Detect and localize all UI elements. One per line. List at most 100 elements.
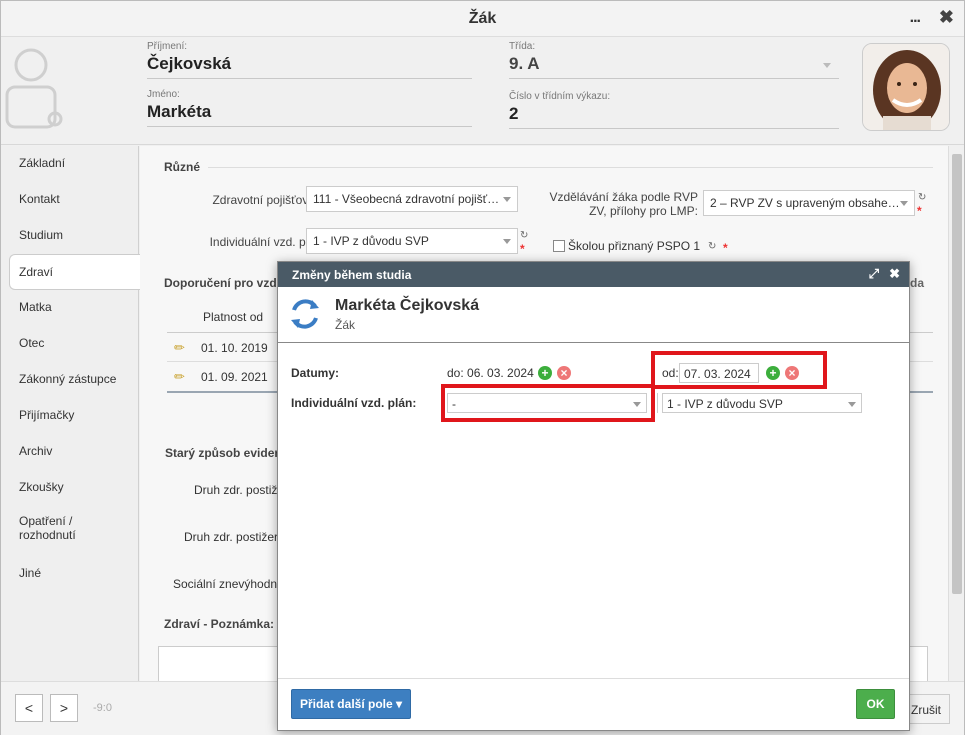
- column-divider: [657, 393, 658, 413]
- record-position: -9:0: [93, 702, 112, 714]
- student-photo: [862, 43, 950, 131]
- druh2-label: Druh zdr. postižer: [184, 530, 279, 544]
- highlight-box-date: [651, 351, 827, 389]
- class-number-field: Číslo v třídním výkazu: 2: [509, 91, 839, 129]
- title-bar: Žák ... ✖: [1, 1, 964, 37]
- sidebar-item-studium[interactable]: Studium: [1, 218, 138, 254]
- class-value: 9. A: [509, 54, 540, 73]
- highlight-box-ivp: [441, 384, 655, 422]
- ivp-new-select[interactable]: 1 - IVP z důvodu SVP: [662, 393, 862, 413]
- edit-pencil-icon[interactable]: ✏: [174, 340, 185, 356]
- refresh-icon[interactable]: ↻: [708, 241, 716, 252]
- sidebar-item-zakladni[interactable]: Základní: [1, 146, 138, 182]
- add-field-button[interactable]: Přidat další pole ▾: [291, 689, 411, 719]
- student-header: Příjmení: Čejkovská Jméno: Markéta Třída…: [1, 37, 964, 145]
- druh1-label: Druh zdr. postiž: [194, 483, 278, 497]
- sidebar-item-matka[interactable]: Matka: [1, 290, 138, 326]
- section-doporuceni-title: Doporučení pro vzd: [164, 276, 277, 290]
- remove-date-icon[interactable]: ×: [557, 366, 571, 380]
- rvp-select[interactable]: 2 – RVP ZV s upraveným obsahe…: [703, 190, 915, 216]
- rvp-label: Vzdělávání žáka podle RVP ZV, přílohy pr…: [520, 190, 698, 218]
- table-row-date: 01. 09. 2021: [201, 370, 268, 384]
- table-row-date: 01. 10. 2019: [201, 341, 268, 355]
- next-record-button[interactable]: >: [50, 694, 78, 722]
- rvp-label-line1: Vzdělávání žáka podle RVP: [549, 190, 698, 204]
- required-icon: *: [917, 204, 922, 218]
- section-ruzne-title: Různé: [164, 160, 200, 174]
- student-window: Žák ... ✖ Příjmení: Čejkovská Jméno: Mar…: [0, 0, 965, 735]
- sidebar-item-otec[interactable]: Otec: [1, 326, 138, 362]
- insurance-select[interactable]: 111 - Všeobecná zdravotní pojišť…: [306, 186, 518, 212]
- close-icon[interactable]: ✖: [889, 266, 900, 282]
- chevron-down-icon: [900, 201, 908, 206]
- chevron-down-icon: [503, 239, 511, 244]
- chevron-down-icon: [848, 402, 856, 407]
- class-number-label: Číslo v třídním výkazu:: [509, 91, 611, 102]
- scrollbar-thumb[interactable]: [952, 154, 962, 594]
- surname-field: Příjmení: Čejkovská: [147, 41, 472, 79]
- window-title: Žák: [468, 10, 497, 27]
- pspo-checkbox[interactable]: [553, 240, 565, 252]
- required-icon: *: [520, 242, 525, 256]
- sidebar-item-archiv[interactable]: Archiv: [1, 434, 138, 470]
- sidebar-item-jine[interactable]: Jiné: [1, 556, 138, 592]
- surname-label: Příjmení:: [147, 41, 188, 52]
- chevron-down-icon: [823, 63, 831, 68]
- sidebar-item-kontakt[interactable]: Kontakt: [1, 182, 138, 218]
- student-portrait-image: [863, 44, 949, 130]
- class-field[interactable]: Třída: 9. A: [509, 41, 839, 79]
- dialog-footer: Přidat další pole ▾ OK: [278, 678, 909, 730]
- ivp-label: Individuální vzd. plán:: [209, 235, 325, 249]
- sidebar-item-zdravi[interactable]: Zdraví: [9, 254, 140, 290]
- main-scrollbar[interactable]: [948, 146, 964, 681]
- socialni-label: Sociální znevýhodn: [173, 577, 278, 591]
- chevron-down-icon: [503, 197, 511, 202]
- dialog-ivp-label: Individuální vzd. plán:: [291, 396, 417, 410]
- changes-dialog: Změny během studia ⤢ ✖ Markéta Čejkovská…: [277, 261, 910, 731]
- dialog-title-bar: Změny během studia ⤢ ✖: [278, 262, 909, 287]
- rvp-label-line2: ZV, přílohy pro LMP:: [589, 204, 698, 218]
- sync-icon: [291, 299, 319, 329]
- sidebar-item-prijimacky[interactable]: Přijímačky: [1, 398, 138, 434]
- dialog-title: Změny během studia: [292, 268, 412, 282]
- section-stary-title: Starý způsob evider: [165, 446, 280, 460]
- more-options-button[interactable]: ...: [910, 9, 921, 27]
- refresh-icon[interactable]: ↻: [520, 230, 528, 241]
- class-label: Třída:: [509, 41, 536, 52]
- class-select[interactable]: 9. A: [509, 54, 839, 79]
- name-field: Jméno: Markéta: [147, 89, 472, 127]
- dates-label: Datumy:: [291, 366, 340, 380]
- dialog-person-role: Žák: [335, 318, 356, 332]
- dialog-header: Markéta Čejkovská Žák: [278, 287, 909, 343]
- pspo-label: Školou přiznaný PSPO 1: [568, 239, 701, 253]
- class-number-value: 2: [509, 104, 839, 129]
- edit-pencil-icon[interactable]: ✏: [174, 369, 185, 385]
- name-value: Markéta: [147, 102, 472, 127]
- user-placeholder-icon: [5, 48, 63, 129]
- sidebar-item-zkousky[interactable]: Zkoušky: [1, 470, 138, 506]
- table-header-validity: Platnost od: [203, 310, 264, 324]
- sidebar-item-zakonny-zastupce[interactable]: Zákonný zástupce: [1, 362, 138, 398]
- expand-icon[interactable]: ⤢: [869, 266, 879, 282]
- add-date-icon[interactable]: +: [538, 366, 552, 380]
- insurance-label: Zdravotní pojišťovna:: [212, 193, 325, 207]
- rvp-value: 2 – RVP ZV s upraveným obsahe…: [710, 196, 900, 210]
- close-window-button[interactable]: ✖: [939, 7, 954, 28]
- name-label: Jméno:: [147, 89, 180, 100]
- ok-button[interactable]: OK: [856, 689, 895, 719]
- prev-record-button[interactable]: <: [15, 694, 43, 722]
- sidebar-item-opatreni[interactable]: Opatření / rozhodnutí: [1, 506, 91, 556]
- date-to-text: do: 06. 03. 2024: [447, 366, 534, 380]
- ivp-select[interactable]: 1 - IVP z důvodu SVP: [306, 228, 518, 254]
- ivp-new-value: 1 - IVP z důvodu SVP: [667, 397, 783, 411]
- section-divider: [208, 167, 933, 168]
- ivp-value: 1 - IVP z důvodu SVP: [313, 234, 429, 248]
- insurance-value: 111 - Všeobecná zdravotní pojišť…: [313, 192, 500, 206]
- sidebar: Základní Kontakt Studium Zdraví Matka Ot…: [1, 146, 140, 681]
- refresh-icon[interactable]: ↻: [918, 192, 926, 203]
- dialog-person-name: Markéta Čejkovská: [335, 297, 480, 314]
- required-icon: *: [723, 241, 728, 255]
- section-doporuceni-right-clip: da: [910, 276, 925, 290]
- surname-value: Čejkovská: [147, 54, 472, 79]
- section-poznamka-title: Zdraví - Poznámka:: [164, 617, 275, 631]
